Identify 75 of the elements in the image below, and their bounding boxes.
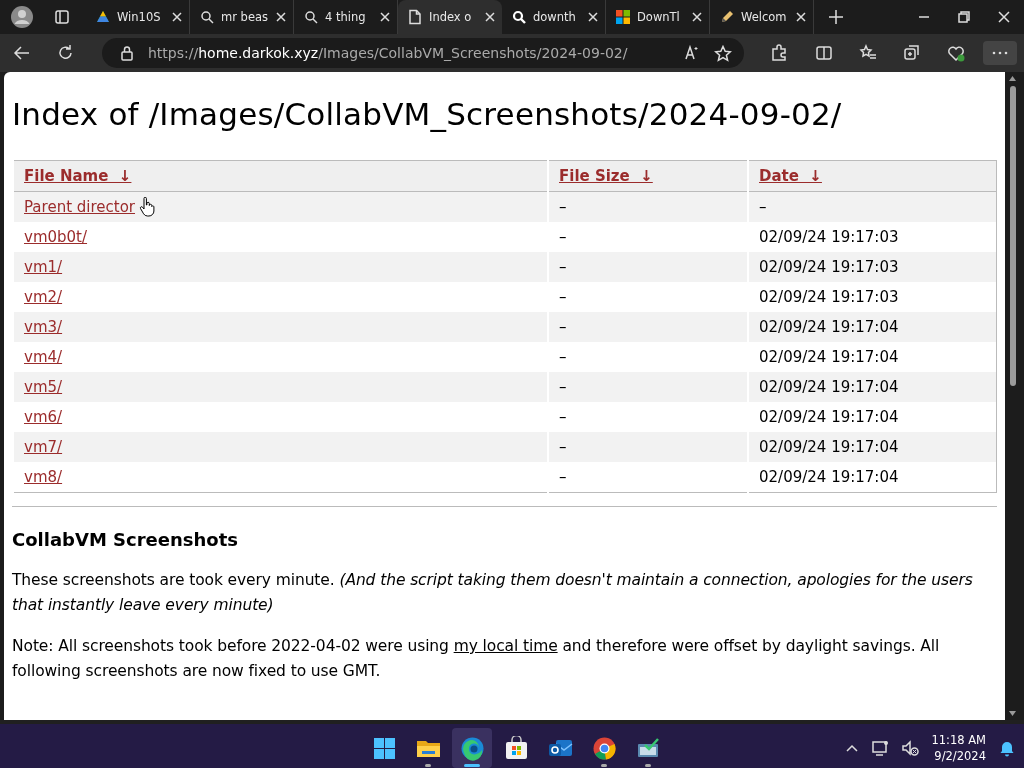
size-cell: –	[548, 462, 748, 493]
close-icon[interactable]	[998, 11, 1010, 23]
date-cell: 02/09/24 19:17:04	[748, 432, 997, 462]
pencil-icon	[719, 9, 735, 25]
scrollbar-thumb[interactable]	[1009, 86, 1016, 386]
profile-avatar-icon[interactable]	[10, 5, 34, 29]
puzzle-icon[interactable]	[770, 44, 788, 62]
heart-pulse-icon[interactable]	[947, 44, 965, 62]
browser-tab[interactable]: Index o	[398, 0, 502, 34]
search-icon	[303, 9, 319, 25]
search-icon	[511, 9, 527, 25]
notification-bell-icon[interactable]	[998, 739, 1016, 757]
size-cell: –	[548, 312, 748, 342]
new-tab-icon[interactable]	[828, 9, 844, 25]
directory-link[interactable]: vm1/	[24, 258, 63, 276]
directory-link[interactable]: vm8/	[24, 468, 63, 486]
scroll-down-icon[interactable]	[1008, 710, 1017, 717]
close-icon[interactable]	[484, 11, 496, 23]
refresh-icon[interactable]	[57, 44, 75, 62]
page-icon	[407, 9, 423, 25]
date-cell: –	[748, 191, 997, 222]
local-time-link[interactable]: my local time	[453, 637, 558, 655]
hand-cursor-icon	[139, 197, 155, 217]
close-icon[interactable]	[379, 11, 391, 23]
size-cell: –	[548, 432, 748, 462]
close-icon[interactable]	[587, 11, 599, 23]
sort-link[interactable]: Date ↓	[759, 167, 822, 185]
store-bag-icon[interactable]	[503, 735, 529, 761]
scroll-up-icon[interactable]	[1008, 75, 1017, 82]
split-screen-icon[interactable]	[815, 44, 833, 62]
directory-link[interactable]: vm0b0t/	[24, 228, 88, 246]
network-icon[interactable]	[871, 739, 890, 757]
paragraph: These screenshots are took every minute. (And the script taking them doesn't maintain a connection, apologies for the users that instantly leave every minute)	[12, 570, 974, 616]
close-icon[interactable]	[691, 11, 703, 23]
back-icon[interactable]	[13, 44, 31, 62]
date-cell: 02/09/24 19:17:04	[748, 462, 997, 493]
directory-link[interactable]: vm6/	[24, 408, 63, 426]
size-cell: –	[548, 252, 748, 282]
close-icon[interactable]	[171, 11, 183, 23]
directory-link[interactable]: Parent director	[24, 198, 135, 216]
address-field[interactable]: https://home.darkok.xyz/Images/CollabVM_Screenshots/2024-09-02/	[102, 38, 744, 68]
sort-link[interactable]: File Name ↓	[24, 167, 132, 185]
clock-time[interactable]: 11:18 AM	[931, 732, 986, 748]
date-cell: 02/09/24 19:17:04	[748, 372, 997, 402]
close-icon[interactable]	[275, 11, 287, 23]
restore-icon[interactable]	[958, 11, 970, 23]
directory-link[interactable]: vm2/	[24, 288, 63, 306]
collections-icon[interactable]	[903, 44, 921, 62]
section-title: CollabVM Screenshots	[12, 529, 239, 550]
windows-start-icon[interactable]	[371, 735, 397, 761]
muted-speaker-icon[interactable]	[901, 739, 920, 757]
search-icon	[199, 9, 215, 25]
tab-actions-icon[interactable]	[54, 9, 70, 25]
windows-logo-icon	[615, 9, 631, 25]
chevron-up-icon[interactable]	[845, 742, 860, 754]
star-icon[interactable]	[714, 44, 732, 62]
favorites-icon[interactable]	[859, 44, 877, 62]
triangle-icon	[95, 9, 111, 25]
page-heading: Index of /Images/CollabVM_Screenshots/2024-09-02/	[12, 96, 843, 132]
date-cell: 02/09/24 19:17:03	[748, 252, 997, 282]
close-icon[interactable]	[795, 11, 807, 23]
directory-link[interactable]: vm3/	[24, 318, 63, 336]
size-cell: –	[548, 372, 748, 402]
date-cell: 02/09/24 19:17:04	[748, 312, 997, 342]
lock-icon	[120, 45, 134, 61]
clock-date[interactable]: 9/2/2024	[934, 748, 986, 764]
directory-link[interactable]: vm7/	[24, 438, 63, 456]
paragraph: Note: All screenshots took before 2022-04-02 were using my local time and therefore were offset by daylight savings. All following screenshots are now fixed to use GMT.	[12, 636, 941, 682]
more-icon[interactable]	[991, 50, 1009, 56]
edge-browser-icon[interactable]	[459, 735, 485, 761]
directory-link[interactable]: vm5/	[24, 378, 63, 396]
directory-link[interactable]: vm4/	[24, 348, 63, 366]
chrome-browser-icon[interactable]	[591, 735, 617, 761]
read-aloud-icon[interactable]	[684, 44, 700, 62]
size-cell: –	[548, 191, 748, 222]
